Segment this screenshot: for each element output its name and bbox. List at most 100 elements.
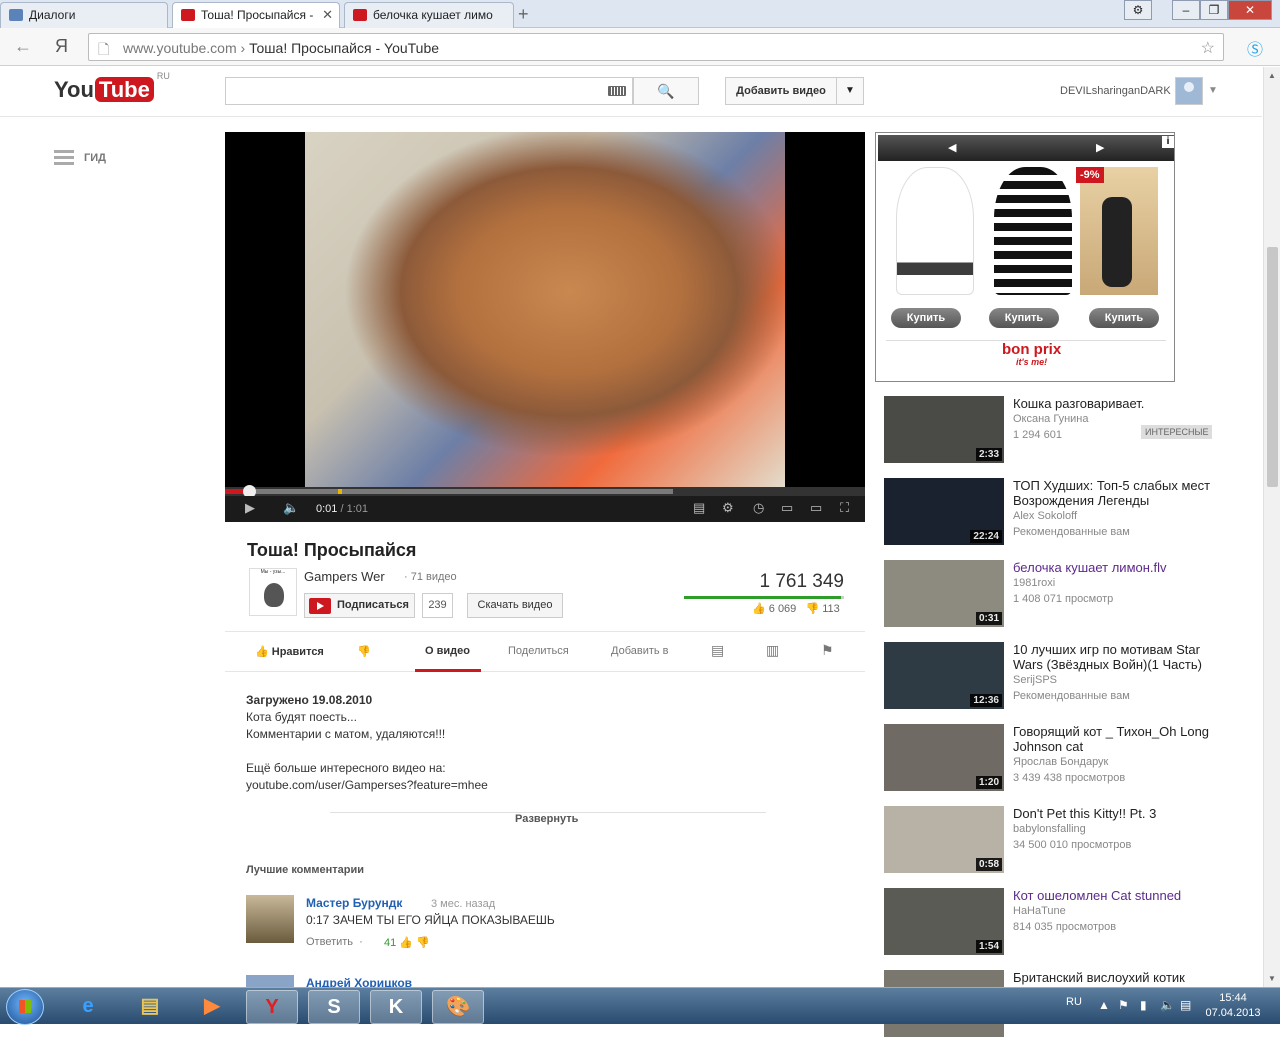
channel-name[interactable]: Gampers Wer bbox=[304, 569, 385, 584]
related-video-item[interactable]: 1:54 Кот ошеломлен Cat stunned HaHaTune 814… bbox=[884, 888, 1244, 958]
omnibox[interactable]: 🗋 www.youtube.com › Тоша! Просыпайся - Y… bbox=[88, 33, 1224, 61]
tab-dialogs[interactable]: Диалоги bbox=[0, 2, 168, 28]
start-button[interactable] bbox=[6, 989, 44, 1025]
media-player-icon[interactable]: ▶ bbox=[186, 990, 238, 1024]
related-video-title[interactable]: Кот ошеломлен Cat stunned bbox=[1013, 888, 1233, 903]
flag-icon[interactable]: ⚑ bbox=[821, 642, 834, 659]
related-video-item[interactable]: 1:20 Говорящий кот _ Тихон_Oh Long Johnso… bbox=[884, 724, 1244, 794]
yandex-browser-icon[interactable]: Y bbox=[246, 990, 298, 1024]
url-text[interactable]: www.youtube.com › Тоша! Просыпайся - You… bbox=[123, 40, 439, 56]
network-icon[interactable]: ▮ bbox=[1140, 998, 1147, 1012]
tab-share[interactable]: Поделиться bbox=[508, 645, 569, 657]
ad-prev-icon[interactable]: ◀ bbox=[948, 141, 956, 154]
related-video-item[interactable]: 2:33 Кошка разговаривает. Оксана Гунина 1 2… bbox=[884, 396, 1244, 466]
related-video-title[interactable]: ТОП Худших: Топ-5 слабых мест Возрождени… bbox=[1013, 478, 1233, 508]
ad-product-image[interactable] bbox=[994, 167, 1072, 295]
ad-product-image[interactable] bbox=[1080, 167, 1158, 295]
related-video-thumbnail[interactable]: 1:20 bbox=[884, 724, 1004, 791]
tab-current-video[interactable]: Тоша! Просыпайся - ✕ bbox=[172, 2, 340, 29]
username[interactable]: DEVILsharinganDARK bbox=[1060, 85, 1171, 97]
kaspersky-icon[interactable]: K bbox=[370, 990, 422, 1024]
brand-logo[interactable]: bon prix it's me! bbox=[1002, 342, 1061, 369]
reply-button[interactable]: Ответить · bbox=[306, 936, 363, 948]
avatar[interactable] bbox=[1175, 77, 1203, 105]
related-video-thumbnail[interactable]: 22:24 bbox=[884, 478, 1004, 545]
small-player-icon[interactable]: ▭ bbox=[781, 500, 793, 516]
related-video-author[interactable]: HaHaTune bbox=[1013, 905, 1066, 917]
buy-button[interactable]: Купить bbox=[989, 308, 1059, 328]
ad-info-icon[interactable]: i bbox=[1162, 136, 1174, 148]
related-video-item[interactable]: 22:24 ТОП Худших: Топ-5 слабых мест Возро… bbox=[884, 478, 1244, 548]
transcript-icon[interactable]: ▤ bbox=[711, 642, 724, 659]
scrollbar-thumb[interactable] bbox=[1267, 247, 1278, 487]
related-video-author[interactable]: babylonsfalling bbox=[1013, 823, 1086, 835]
skype-taskbar-icon[interactable]: S bbox=[308, 990, 360, 1024]
channel-avatar[interactable]: Мы - узы... bbox=[249, 568, 297, 616]
skype-icon[interactable]: Ⓢ bbox=[1247, 36, 1263, 60]
tray-arrow-icon[interactable]: ▲ bbox=[1098, 998, 1110, 1012]
related-video-title[interactable]: Британский вислоухий котик bbox=[1013, 970, 1233, 985]
progress-bar[interactable] bbox=[225, 485, 865, 498]
captions-icon[interactable]: ▤ bbox=[693, 500, 705, 516]
play-icon[interactable]: ▶ bbox=[245, 500, 255, 516]
restore-button[interactable]: ❐ bbox=[1200, 0, 1228, 20]
related-video-title[interactable]: Говорящий кот _ Тихон_Oh Long Johnson ca… bbox=[1013, 724, 1233, 754]
new-tab-button[interactable]: + bbox=[518, 4, 529, 25]
ad-banner[interactable]: ◀ ▶ i -9% Купить Купить Купить bon prix i… bbox=[875, 132, 1175, 382]
yandex-icon[interactable]: Я bbox=[55, 36, 68, 57]
related-video-item[interactable]: 0:58 Don't Pet this Kitty!! Pt. 3 babylons… bbox=[884, 806, 1244, 876]
language-indicator[interactable]: RU bbox=[1066, 996, 1082, 1008]
tab-about[interactable]: О видео bbox=[425, 645, 470, 657]
internet-explorer-icon[interactable]: e bbox=[62, 990, 114, 1024]
account-caret-icon[interactable]: ▼ bbox=[1208, 85, 1218, 96]
comment-avatar[interactable] bbox=[246, 895, 294, 943]
related-video-title[interactable]: 10 лучших игр по мотивам Star Wars (Звёз… bbox=[1013, 642, 1233, 672]
settings-icon[interactable]: ⚙ bbox=[722, 500, 734, 516]
dislike-button[interactable]: 👎 bbox=[357, 645, 371, 658]
like-button[interactable]: 👍 Нравится bbox=[255, 645, 324, 658]
buy-button[interactable]: Купить bbox=[891, 308, 961, 328]
related-video-author[interactable]: Alex Sokoloff bbox=[1013, 510, 1077, 522]
video-frame-cat[interactable] bbox=[305, 132, 785, 487]
guide-button[interactable]: ГИД bbox=[54, 150, 106, 166]
related-video-item[interactable]: 0:31 белочка кушает лимон.flv 1981roxi 1 40… bbox=[884, 560, 1244, 630]
page-scrollbar[interactable]: ▲ ▼ bbox=[1263, 67, 1280, 987]
action-center-flag-icon[interactable]: ⚑ bbox=[1118, 998, 1129, 1012]
related-video-author[interactable]: 1981roxi bbox=[1013, 577, 1055, 589]
paint-icon[interactable]: 🎨 bbox=[432, 990, 484, 1024]
back-icon[interactable]: ← bbox=[14, 36, 32, 57]
youtube-logo[interactable]: You TubeRU bbox=[54, 71, 170, 103]
stats-icon[interactable]: ▥ bbox=[766, 642, 779, 659]
minimize-button[interactable]: ‒ bbox=[1172, 0, 1200, 20]
related-video-thumbnail[interactable]: 1:54 bbox=[884, 888, 1004, 955]
volume-tray-icon[interactable]: 🔈 bbox=[1160, 998, 1175, 1012]
file-explorer-icon[interactable]: ▤ bbox=[124, 990, 176, 1024]
fullscreen-icon[interactable]: ⛶ bbox=[840, 500, 849, 516]
search-input[interactable] bbox=[225, 77, 633, 105]
related-video-thumbnail[interactable]: 12:36 bbox=[884, 642, 1004, 709]
related-video-author[interactable]: SerijSPS bbox=[1013, 674, 1057, 686]
related-video-author[interactable]: Ярослав Бондарук bbox=[1013, 756, 1108, 768]
upload-menu-caret-icon[interactable]: ▼ bbox=[836, 77, 864, 105]
thumbs-up-icon[interactable]: 👍 bbox=[399, 937, 413, 949]
close-tab-icon[interactable]: ✕ bbox=[322, 7, 333, 23]
volume-icon[interactable]: 🔈 bbox=[283, 500, 299, 516]
tray-misc-icon[interactable]: ▤ bbox=[1180, 998, 1191, 1012]
ad-product-image[interactable] bbox=[896, 167, 974, 295]
clock[interactable]: 15:44 07.04.2013 bbox=[1200, 991, 1266, 1021]
buy-button[interactable]: Купить bbox=[1089, 308, 1159, 328]
scroll-down-icon[interactable]: ▼ bbox=[1268, 974, 1276, 983]
scroll-up-icon[interactable]: ▲ bbox=[1268, 71, 1276, 80]
related-video-item[interactable]: 12:36 10 лучших игр по мотивам Star Wars … bbox=[884, 642, 1244, 712]
watch-later-icon[interactable]: ◷ bbox=[753, 500, 764, 516]
comment-avatar[interactable] bbox=[246, 975, 294, 987]
comment-author[interactable]: Мастер Бурундк bbox=[306, 896, 402, 910]
tab-add-to[interactable]: Добавить в bbox=[611, 645, 669, 657]
star-icon[interactable]: ☆ bbox=[1201, 38, 1215, 58]
related-video-title[interactable]: белочка кушает лимон.flv bbox=[1013, 560, 1233, 575]
related-video-title[interactable]: Кошка разговаривает. bbox=[1013, 396, 1233, 411]
tab-squirrel-video[interactable]: белочка кушает лимо bbox=[344, 2, 514, 28]
close-window-button[interactable]: ✕ bbox=[1228, 0, 1272, 20]
related-video-thumbnail[interactable]: 0:31 bbox=[884, 560, 1004, 627]
settings-gear-icon[interactable]: ⚙ bbox=[1124, 0, 1152, 20]
